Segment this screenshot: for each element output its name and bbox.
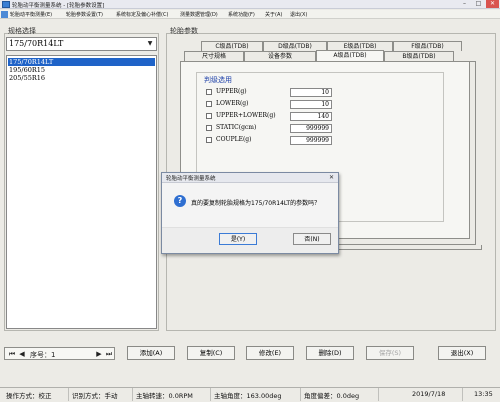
upper-field[interactable]: 10 [290, 88, 332, 97]
grading-section-title: 判级选用 [204, 76, 232, 84]
delete-button[interactable]: 删除(D) [306, 346, 354, 360]
menu-measure[interactable]: 轮胎动平衡测量(E) [10, 11, 52, 18]
upper-lower-checkbox[interactable] [206, 113, 212, 119]
record-navigator: ⏮ ◀ 序号：1 ▶ ⏭ [4, 347, 115, 360]
dialog-title-bar: 轮胎动平衡测量系统 ✕ [162, 173, 338, 183]
lower-label: LOWER(g) [216, 100, 249, 107]
menu-data-management[interactable]: 测量数据管理(D) [180, 11, 218, 18]
add-button[interactable]: 添加(A) [127, 346, 175, 360]
close-button[interactable]: ✕ [486, 0, 499, 8]
status-divider [378, 388, 379, 401]
question-icon: ? [174, 195, 186, 207]
last-record-icon[interactable]: ⏭ [105, 350, 113, 358]
prev-record-icon[interactable]: ◀ [18, 350, 26, 358]
upper-checkbox[interactable] [206, 89, 212, 95]
next-record-icon[interactable]: ▶ [95, 350, 103, 358]
static-checkbox[interactable] [206, 125, 212, 131]
menu-system-functions[interactable]: 系统功能(F) [228, 11, 255, 18]
static-field[interactable]: 999999 [290, 124, 332, 133]
status-divider [462, 388, 463, 401]
menu-calibration[interactable]: 系统标定及偏心补偿(C) [116, 11, 168, 18]
status-time: 13:35 [474, 390, 493, 398]
lower-checkbox[interactable] [206, 101, 212, 107]
tab-device-params[interactable]: 设备参数 [244, 51, 316, 61]
couple-field[interactable]: 999999 [290, 136, 332, 145]
status-date: 2019/7/18 [412, 390, 446, 398]
upper-lower-label: UPPER+LOWER(g) [216, 112, 276, 119]
status-divider [300, 388, 301, 401]
sequence-number: 序号：1 [30, 351, 56, 359]
title-bar: 轮胎动平衡测量系统 - [轮胎参数设置] – □ ✕ [0, 0, 500, 9]
spec-list[interactable]: 175/70R14LT 195/60R15 205/55R16 [6, 55, 157, 329]
list-item[interactable]: 205/55R16 [8, 74, 155, 82]
tab-grade-c[interactable]: C级品(TDB) [201, 41, 263, 51]
window-title: 轮胎动平衡测量系统 - [轮胎参数设置] [12, 3, 105, 9]
chevron-down-icon[interactable]: ▼ [145, 39, 155, 49]
status-operation-mode: 操作方式：校正 [6, 392, 52, 400]
list-item[interactable]: 175/70R14LT [8, 58, 155, 66]
menu-bar: 轮胎动平衡测量(E) 轮胎参数设置(T) 系统标定及偏心补偿(C) 测量数据管理… [0, 10, 500, 19]
minimize-button[interactable]: – [458, 0, 471, 8]
edit-button[interactable]: 修改(E) [246, 346, 294, 360]
tire-params-title: 轮胎参数 [170, 27, 198, 35]
tab-stack-edge [470, 61, 476, 239]
status-recognition-mode: 识别方式：手动 [72, 392, 118, 400]
tab-dimensions[interactable]: 尺寸规格 [184, 51, 244, 61]
no-button[interactable]: 否(N) [293, 233, 331, 245]
status-divider [68, 388, 69, 401]
tab-grade-f[interactable]: F级品(TDB) [393, 41, 462, 51]
upper-label: UPPER(g) [216, 88, 247, 95]
exit-button[interactable]: 退出(X) [438, 346, 486, 360]
yes-button[interactable]: 是(Y) [219, 233, 257, 245]
spec-combo[interactable]: 175/70R14LT ▼ [6, 37, 157, 51]
status-spindle-angle: 主轴角度：163.00deg [214, 392, 282, 400]
first-record-icon[interactable]: ⏮ [8, 350, 16, 358]
spec-combo-value: 175/70R14LT [9, 39, 64, 48]
menu-about[interactable]: 关于(A) [265, 11, 282, 18]
menu-tire-params[interactable]: 轮胎参数设置(T) [66, 11, 103, 18]
tab-grade-b[interactable]: B级品(TDB) [384, 51, 454, 61]
couple-label: COUPLE(g) [216, 136, 252, 143]
static-label: STATIC(gcm) [216, 124, 257, 131]
dialog-title: 轮胎动平衡测量系统 [166, 176, 216, 182]
spec-selection-title: 规格选择 [8, 27, 36, 35]
status-angle-offset: 角度偏差：0.0deg [304, 392, 360, 400]
copy-button[interactable]: 复制(C) [187, 346, 235, 360]
app-icon [2, 1, 10, 8]
save-button[interactable]: 保存(S) [366, 346, 414, 360]
status-spindle-speed: 主轴转速：0.0RPM [136, 392, 193, 400]
dialog-close-icon[interactable]: ✕ [327, 173, 336, 182]
status-divider [210, 388, 211, 401]
list-item[interactable]: 195/60R15 [8, 66, 155, 74]
maximize-button[interactable]: □ [472, 0, 485, 8]
upper-lower-field[interactable]: 140 [290, 112, 332, 121]
menu-exit[interactable]: 退出(X) [290, 11, 307, 18]
status-divider [132, 388, 133, 401]
couple-checkbox[interactable] [206, 137, 212, 143]
lower-field[interactable]: 10 [290, 100, 332, 109]
dialog-message: 真的要复制轮胎规格为175/70R14LT的参数吗？ [191, 200, 321, 207]
mdi-child-icon [1, 11, 8, 18]
